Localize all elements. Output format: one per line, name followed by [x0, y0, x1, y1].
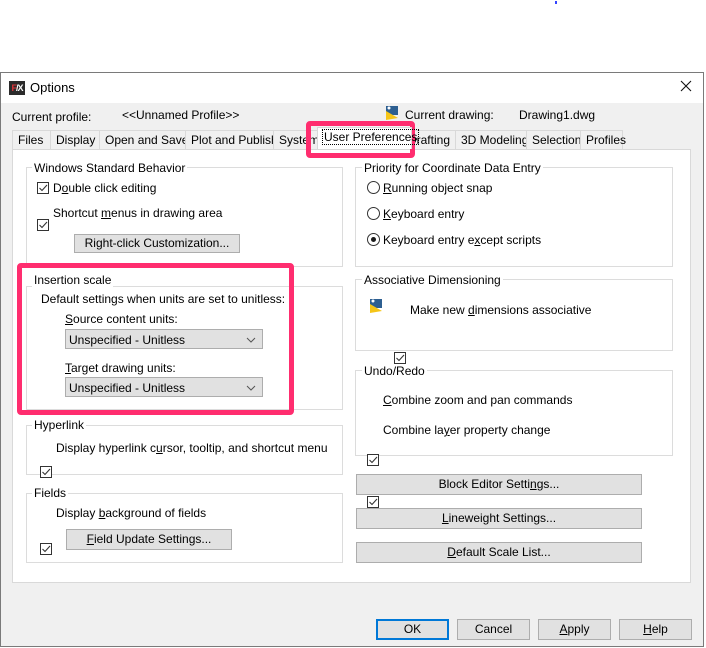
drawing-icon — [385, 105, 401, 121]
checkmark-icon — [369, 456, 378, 464]
hyperlink-title: Hyperlink — [32, 418, 87, 432]
combine-zoom-pan-label: Combine zoom and pan commands — [383, 393, 573, 407]
combine-layer-property-checkbox[interactable] — [367, 496, 379, 508]
title-bar — [1, 73, 703, 103]
tab-strip: Files Display Open and Save Plot and Pub… — [12, 127, 626, 150]
combine-layer-property-label: Combine layer property change — [383, 423, 551, 437]
checkmark-icon — [39, 221, 48, 229]
screen-artifact-dot — [555, 1, 557, 4]
associative-dimensioning-title: Associative Dimensioning — [362, 273, 503, 287]
default-scale-list-button[interactable]: Default Scale List... — [356, 542, 642, 563]
cancel-button[interactable]: Cancel — [457, 619, 530, 640]
dialog-title: Options — [30, 80, 75, 95]
tab-plot-and-publish[interactable]: Plot and Publish — [185, 130, 278, 149]
display-hyperlink-label: Display hyperlink cursor, tooltip, and s… — [56, 441, 328, 455]
make-associative-label: Make new dimensions associative — [410, 303, 592, 317]
priority-coordinate-title: Priority for Coordinate Data Entry — [362, 161, 543, 175]
checkmark-icon — [369, 498, 378, 506]
double-click-editing-checkbox[interactable] — [37, 182, 49, 194]
lineweight-settings-button[interactable]: Lineweight Settings... — [356, 508, 642, 529]
undo-redo-group — [355, 370, 673, 456]
tab-files[interactable]: Files — [12, 130, 51, 149]
running-object-snap-radio[interactable] — [367, 181, 380, 194]
ok-button[interactable]: OK — [376, 619, 449, 640]
checkmark-icon — [39, 184, 48, 192]
windows-standard-behavior-title: Windows Standard Behavior — [32, 161, 188, 175]
block-editor-settings-button[interactable]: Block Editor Settings... — [356, 474, 642, 495]
associative-drawing-icon — [369, 298, 385, 314]
tab-profiles[interactable]: Profiles — [580, 130, 626, 149]
right-click-customization-button[interactable]: Right-click Customization... — [74, 234, 240, 253]
keyboard-entry-except-scripts-label: Keyboard entry except scripts — [383, 233, 542, 247]
fields-title: Fields — [32, 486, 69, 500]
keyboard-entry-except-scripts-radio[interactable] — [367, 233, 380, 246]
keyboard-entry-radio[interactable] — [367, 207, 380, 220]
keyboard-entry-label: Keyboard entry — [383, 207, 465, 221]
field-update-settings-button[interactable]: Field Update Settings... — [66, 529, 232, 550]
combine-zoom-pan-checkbox[interactable] — [367, 454, 379, 466]
double-click-editing-label: Double click editing — [53, 181, 157, 195]
close-button[interactable] — [672, 76, 700, 100]
fields-group — [26, 493, 343, 563]
current-drawing-label: Current drawing: — [405, 108, 494, 122]
display-background-label: Display background of fields — [56, 506, 207, 520]
tab-open-and-save[interactable]: Open and Save — [99, 130, 188, 149]
checkmark-icon — [42, 545, 51, 553]
running-object-snap-label: Running object snap — [383, 181, 493, 195]
checkmark-icon — [42, 468, 51, 476]
current-profile-value: <<Unnamed Profile>> — [122, 108, 240, 122]
current-profile-label: Current profile: — [12, 110, 92, 124]
close-icon — [680, 80, 692, 92]
tab-display[interactable]: Display — [50, 130, 100, 149]
apply-button[interactable]: Apply — [538, 619, 611, 640]
display-hyperlink-checkbox[interactable] — [40, 466, 52, 478]
tab-3d-modeling[interactable]: 3D Modeling — [455, 130, 528, 149]
undo-redo-title: Undo/Redo — [362, 364, 427, 378]
checkmark-icon — [396, 354, 405, 362]
shortcut-menus-label: Shortcut menus in drawing area — [53, 206, 223, 220]
shortcut-menus-checkbox[interactable] — [37, 219, 49, 231]
app-logo-icon: F/X — [9, 81, 25, 95]
tab-selection[interactable]: Selection — [526, 130, 581, 149]
current-drawing-value: Drawing1.dwg — [519, 108, 596, 122]
insertion-scale-highlight — [17, 263, 294, 415]
help-button[interactable]: Help — [619, 619, 692, 640]
display-background-checkbox[interactable] — [40, 543, 52, 555]
tab-user-preferences[interactable]: User Preferences — [317, 127, 420, 149]
make-associative-checkbox[interactable] — [394, 352, 406, 364]
